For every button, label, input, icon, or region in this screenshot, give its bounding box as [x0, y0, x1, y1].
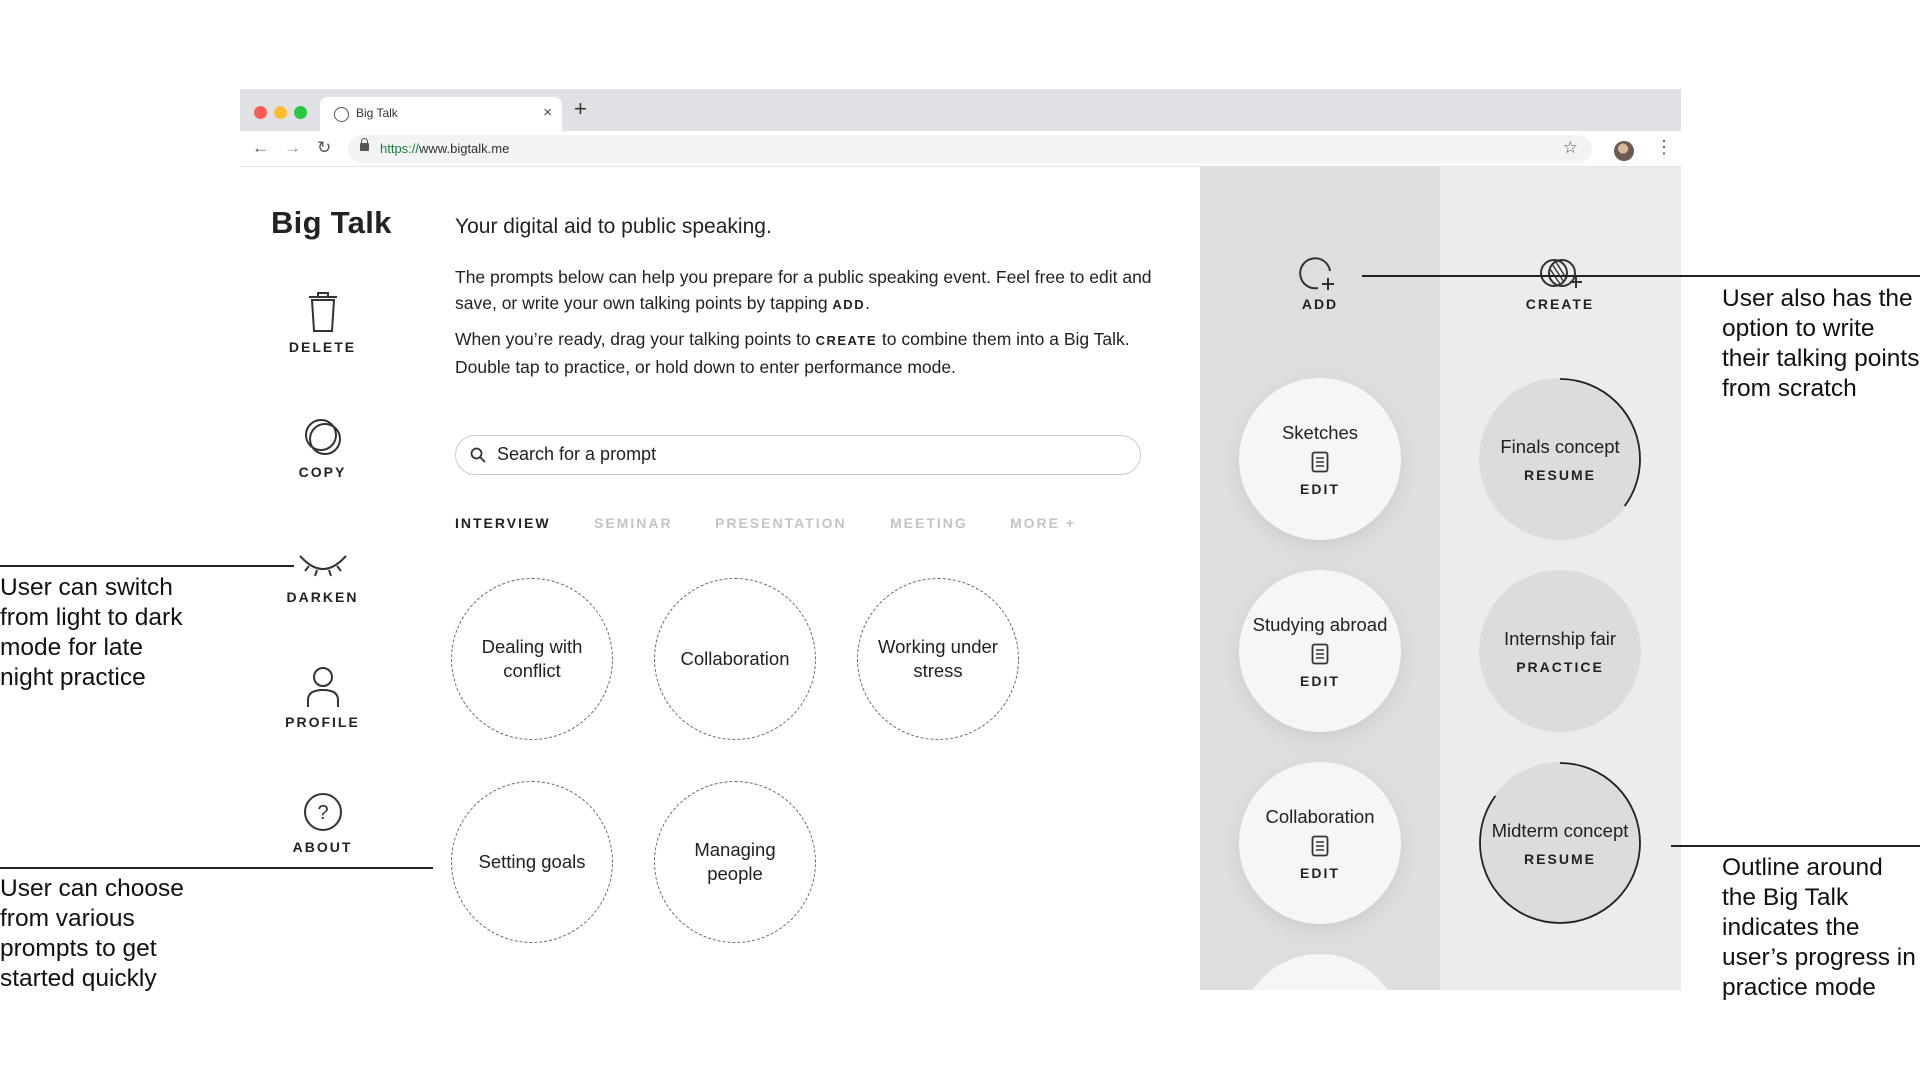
talking-point-title: Collaboration — [1265, 806, 1375, 827]
progress-ring — [1479, 378, 1641, 540]
browser-tab[interactable]: Big Talk × — [320, 97, 562, 131]
prompt-label: Working under stress — [878, 636, 998, 681]
minimize-window-button[interactable] — [274, 106, 287, 119]
edit-button[interactable]: EDIT — [1300, 481, 1340, 497]
trash-icon — [308, 292, 337, 332]
browser-toolbar: ← → ↻ https://www.bigtalk.me ☆ ⋮ — [240, 131, 1681, 167]
tab-bar: Big Talk × + — [240, 89, 1681, 131]
sidebar-label-delete: DELETE — [288, 339, 357, 355]
new-tab-button[interactable]: + — [574, 98, 587, 120]
sidebar-item-darken[interactable]: DARKEN — [265, 549, 380, 605]
add-circle-icon — [1299, 257, 1334, 290]
forward-icon[interactable]: → — [284, 138, 301, 158]
note-icon — [1311, 451, 1329, 473]
address-bar[interactable]: https://www.bigtalk.me ☆ — [348, 135, 1592, 163]
sidebar-label-copy: COPY — [298, 464, 347, 480]
url-text: https://www.bigtalk.me — [380, 141, 509, 156]
edit-button[interactable]: EDIT — [1300, 865, 1340, 881]
big-talk-card[interactable]: Finals concept RESUME — [1479, 378, 1641, 540]
sidebar-item-about[interactable]: ? ABOUT — [265, 791, 380, 855]
url-host: www.bigtalk.me — [419, 141, 510, 156]
url-scheme: https:// — [380, 141, 420, 156]
add-label: ADD — [1301, 296, 1339, 312]
annotation-outline: Outline around the Big Talk indicates th… — [1722, 854, 1916, 1001]
person-icon — [306, 667, 339, 707]
edit-button[interactable]: EDIT — [1300, 673, 1340, 689]
intro-1-add-key: ADD — [832, 297, 866, 312]
annotation-leader-create — [1362, 275, 1920, 277]
progress-ring — [1479, 570, 1641, 732]
tab-title: Big Talk — [356, 106, 398, 120]
browser-window: Big Talk × + ← → ↻ https://www.bigtalk.m… — [240, 89, 1681, 990]
sidebar-item-copy[interactable]: COPY — [265, 416, 380, 480]
tab-interview[interactable]: INTERVIEW — [455, 515, 551, 531]
prompt-label: Collaboration — [680, 648, 790, 669]
maximize-window-button[interactable] — [294, 106, 307, 119]
prompt-label: Dealing with conflict — [481, 636, 583, 681]
sidebar-label-profile: PROFILE — [285, 714, 360, 730]
intro-1-end: . — [865, 293, 870, 313]
prompt-label: Managing people — [694, 839, 776, 884]
note-icon — [1311, 643, 1329, 665]
tab-meeting[interactable]: MEETING — [890, 515, 968, 531]
prompt-collaboration[interactable]: Collaboration — [654, 578, 816, 740]
prompt-setting-goals[interactable]: Setting goals — [451, 781, 613, 943]
search-box[interactable] — [455, 435, 1141, 475]
talking-point-card[interactable]: Sketches EDIT — [1239, 378, 1401, 540]
bookmark-star-icon[interactable]: ☆ — [1563, 138, 1578, 158]
search-icon — [470, 447, 486, 463]
sidebar-item-profile[interactable]: PROFILE — [265, 666, 380, 730]
prompt-label: Setting goals — [478, 851, 586, 872]
note-icon — [1311, 835, 1329, 857]
tab-more[interactable]: MORE + — [1010, 515, 1076, 531]
intro-paragraph-1: The prompts below can help you prepare f… — [455, 264, 1155, 318]
annotation-leader-darken — [0, 565, 294, 567]
copy-icon — [304, 419, 341, 455]
prompt-managing-people[interactable]: Managing people — [654, 781, 816, 943]
app-brand: Big Talk — [271, 205, 392, 240]
intro-2-create-key: CREATE — [815, 333, 878, 348]
globe-icon — [334, 107, 349, 122]
annotation-leader-outline — [1671, 845, 1920, 847]
reload-icon[interactable]: ↻ — [317, 138, 331, 158]
question-icon: ? — [303, 793, 342, 831]
annotation-darken: User can switch from light to dark mode … — [0, 574, 183, 691]
prompt-dealing-with-conflict[interactable]: Dealing with conflict — [451, 578, 613, 740]
search-input[interactable] — [497, 444, 1097, 465]
talking-point-card[interactable]: Studying abroad EDIT — [1239, 570, 1401, 732]
sidebar-label-darken: DARKEN — [286, 589, 359, 605]
talking-point-card[interactable]: Collaboration EDIT — [1239, 762, 1401, 924]
tab-presentation[interactable]: PRESENTATION — [715, 515, 847, 531]
lock-icon — [360, 138, 369, 151]
close-tab-icon[interactable]: × — [543, 104, 552, 121]
intro-2-text: When you’re ready, drag your talking poi… — [455, 329, 816, 349]
svg-text:?: ? — [317, 802, 328, 824]
add-button[interactable]: ADD — [1250, 254, 1390, 312]
big-talk-card[interactable]: Midterm concept RESUME — [1479, 762, 1641, 924]
talking-point-title: Sketches — [1281, 422, 1359, 443]
intro-paragraph-2: When you’re ready, drag your talking poi… — [455, 326, 1155, 380]
annotation-leader-prompts — [0, 867, 433, 869]
prompt-working-under-stress[interactable]: Working under stress — [857, 578, 1019, 740]
tab-seminar[interactable]: SEMINAR — [594, 515, 673, 531]
talking-point-title: Studying abroad — [1252, 614, 1388, 635]
create-label: CREATE — [1525, 296, 1595, 312]
intro-1-text: The prompts below can help you prepare f… — [455, 267, 1152, 313]
back-icon[interactable]: ← — [252, 138, 269, 158]
browser-menu-icon[interactable]: ⋮ — [1655, 137, 1673, 157]
progress-ring — [1479, 762, 1641, 924]
create-button[interactable]: CREATE — [1490, 254, 1630, 312]
annotation-prompts: User can choose from various prompts to … — [0, 875, 184, 992]
close-window-button[interactable] — [254, 106, 267, 119]
big-talk-card[interactable]: Internship fair PRACTICE — [1479, 570, 1641, 732]
sidebar-item-delete[interactable]: DELETE — [265, 291, 380, 355]
eye-closed-icon — [298, 555, 347, 577]
profile-avatar[interactable] — [1614, 141, 1634, 161]
annotation-create: User also has the option to write their … — [1722, 285, 1920, 402]
tagline: Your digital aid to public speaking. — [455, 215, 772, 238]
create-combine-icon — [1540, 259, 1582, 288]
sidebar-label-about: ABOUT — [292, 839, 353, 855]
